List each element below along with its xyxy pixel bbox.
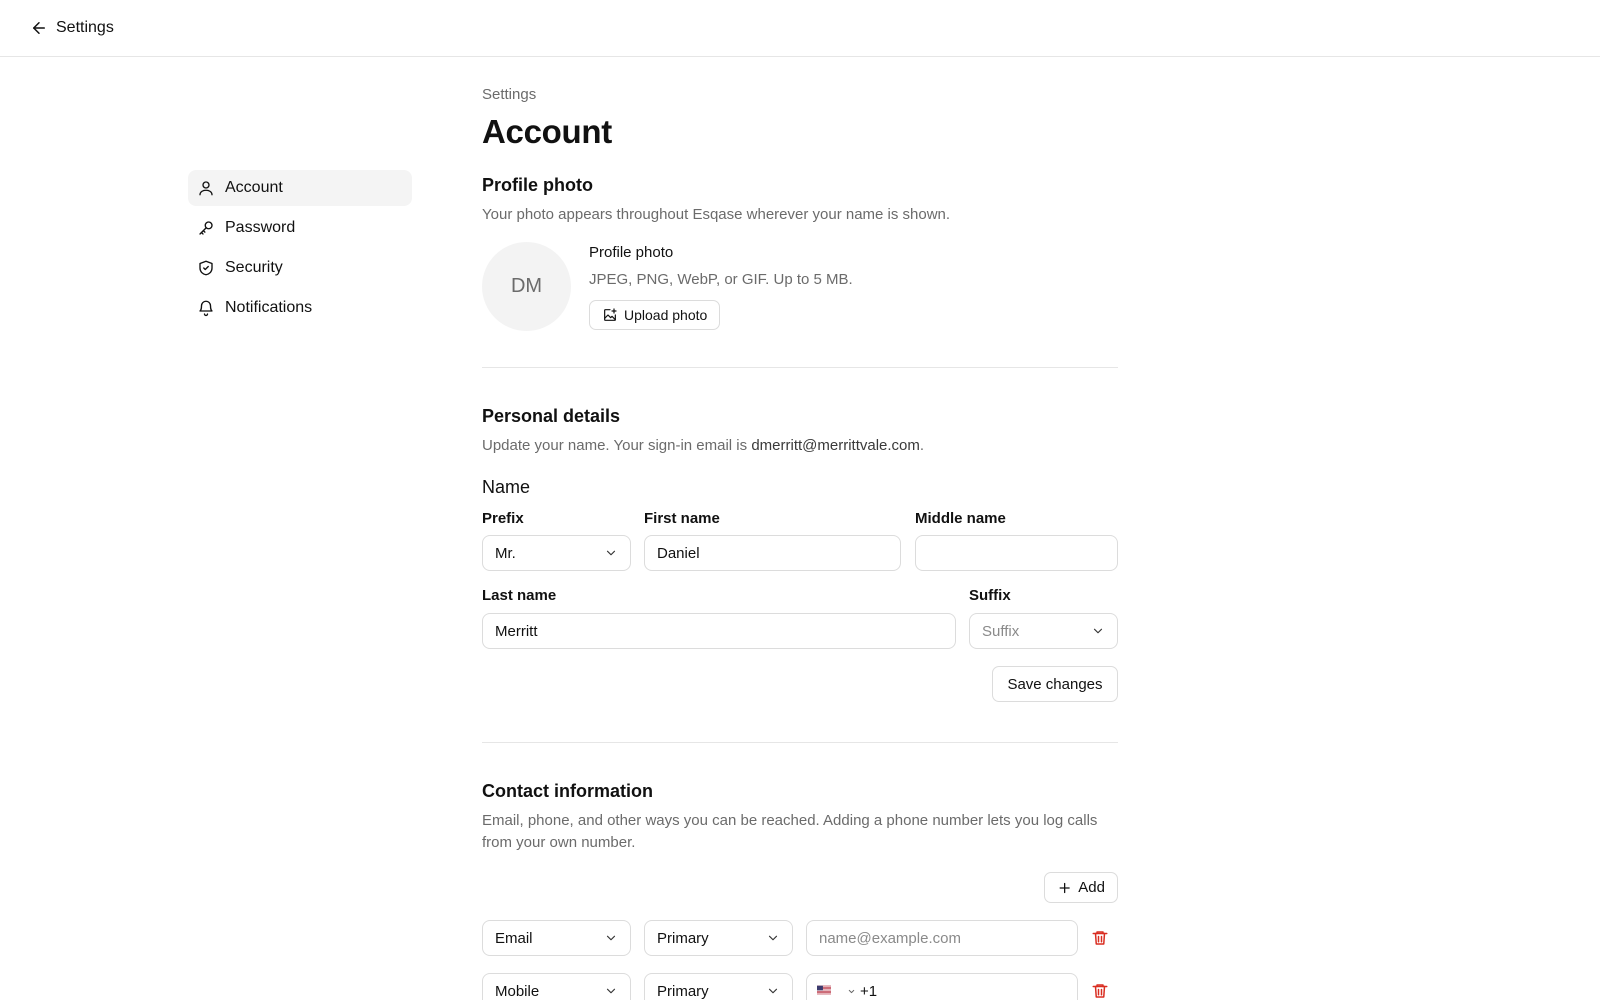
sidebar-item-security[interactable]: Security: [188, 250, 412, 286]
chevron-down-icon: [768, 988, 778, 994]
name-heading: Name: [482, 477, 531, 497]
chevron-down-icon: [848, 989, 855, 993]
email-placeholder: name@example.com: [819, 929, 961, 947]
sidebar-item-account[interactable]: Account: [188, 170, 412, 206]
user-icon: [199, 181, 213, 196]
chevron-down-icon: [606, 935, 616, 941]
back-label: Settings: [56, 19, 114, 36]
section-description: Your photo appears throughout Esqase whe…: [482, 206, 951, 223]
section-description: Update your name. Your sign-in email is …: [482, 435, 1118, 457]
breadcrumb: Settings: [482, 86, 537, 103]
trash-icon[interactable]: [1091, 982, 1109, 1000]
save-changes-label: Save changes: [1007, 675, 1103, 693]
photo-label: Profile photo: [589, 244, 674, 261]
suffix-label: Suffix: [969, 587, 1011, 604]
contact-information-section: Contact information Email, phone, and ot…: [482, 780, 1118, 1000]
last-name-field[interactable]: Merritt: [482, 613, 956, 649]
chevron-down-icon: [1093, 628, 1103, 634]
back-to-settings-link[interactable]: Settings: [30, 19, 114, 37]
photo-row: DM Profile photo JPEG, PNG, WebP, or GIF…: [482, 242, 1118, 331]
upload-photo-button[interactable]: Upload photo: [589, 300, 721, 330]
section-divider: [482, 742, 1118, 743]
prefix-label: Prefix: [482, 510, 524, 527]
first-name-label: First name: [644, 510, 720, 527]
last-name-label: Last name: [482, 587, 557, 604]
photo-info: Profile photo JPEG, PNG, WebP, or GIF. U…: [589, 242, 853, 330]
contact-priority-select[interactable]: Primary: [644, 973, 793, 1000]
contact-priority-value: Primary: [657, 929, 709, 947]
sidebar-item-label: Security: [225, 259, 283, 276]
image-plus-icon: [604, 308, 617, 321]
description-end: .: [919, 437, 925, 454]
personal-details-section: Personal details Update your name. Your …: [482, 405, 1118, 702]
suffix-select[interactable]: Suffix: [969, 613, 1118, 649]
section-title: Profile photo: [482, 175, 593, 195]
top-bar: Settings: [0, 0, 1600, 57]
account-settings-main: Settings Account Profile photo Your phot…: [482, 84, 1118, 1000]
section-title: Personal details: [482, 406, 621, 426]
section-title: Contact information: [482, 781, 653, 801]
us-flag-icon[interactable]: [817, 983, 843, 999]
email-field[interactable]: name@example.com: [806, 920, 1078, 956]
middle-name-label: Middle name: [915, 510, 1006, 527]
sign-in-email: dmerritt@merrittvale.com: [751, 437, 920, 454]
save-changes-button[interactable]: Save changes: [992, 666, 1118, 702]
contact-priority-value: Primary: [657, 982, 709, 1000]
sidebar-item-password[interactable]: Password: [188, 210, 412, 246]
contact-priority-select[interactable]: Primary: [644, 920, 793, 956]
phone-field[interactable]: +1: [806, 973, 1078, 1000]
add-contact-button[interactable]: Add: [1044, 872, 1118, 903]
sidebar-item-notifications[interactable]: Notifications: [188, 290, 412, 326]
chevron-down-icon: [606, 988, 616, 994]
prefix-select[interactable]: Mr.: [482, 535, 631, 571]
bell-icon: [199, 300, 213, 317]
prefix-value: Mr.: [495, 544, 516, 562]
section-divider: [482, 367, 1118, 368]
plus-icon: [1059, 882, 1070, 893]
photo-hint: JPEG, PNG, WebP, or GIF. Up to 5 MB.: [589, 271, 853, 288]
middle-name-field[interactable]: [915, 535, 1118, 571]
page-title: Account: [482, 113, 612, 150]
profile-photo-section: Profile photo Your photo appears through…: [482, 174, 1118, 331]
contact-type-select[interactable]: Email: [482, 920, 631, 956]
section-description: Email, phone, and other ways you can be …: [482, 812, 1098, 851]
sidebar-item-label: Account: [225, 179, 283, 196]
add-label: Add: [1078, 879, 1105, 896]
country-code: +1: [860, 982, 878, 1000]
chevron-down-icon: [768, 935, 778, 941]
avatar: DM: [482, 242, 571, 331]
chevron-down-icon: [606, 550, 616, 556]
contact-type-select[interactable]: Mobile: [482, 973, 631, 1000]
shield-icon: [199, 260, 213, 276]
contact-type-value: Mobile: [495, 982, 540, 1000]
trash-icon[interactable]: [1091, 929, 1109, 947]
key-icon: [199, 221, 213, 235]
sidebar-item-label: Notifications: [225, 299, 313, 316]
settings-sidebar: Account Password Security Notifications: [188, 170, 412, 330]
arrow-left-icon: [33, 22, 45, 34]
description-text: Update your name. Your sign-in email is: [482, 437, 752, 454]
upload-photo-label: Upload photo: [624, 307, 708, 323]
contact-type-value: Email: [495, 929, 533, 947]
sidebar-item-label: Password: [225, 219, 296, 236]
first-name-value: Daniel: [657, 544, 700, 562]
last-name-value: Merritt: [495, 622, 538, 640]
first-name-field[interactable]: Daniel: [644, 535, 901, 571]
suffix-placeholder: Suffix: [982, 622, 1020, 640]
